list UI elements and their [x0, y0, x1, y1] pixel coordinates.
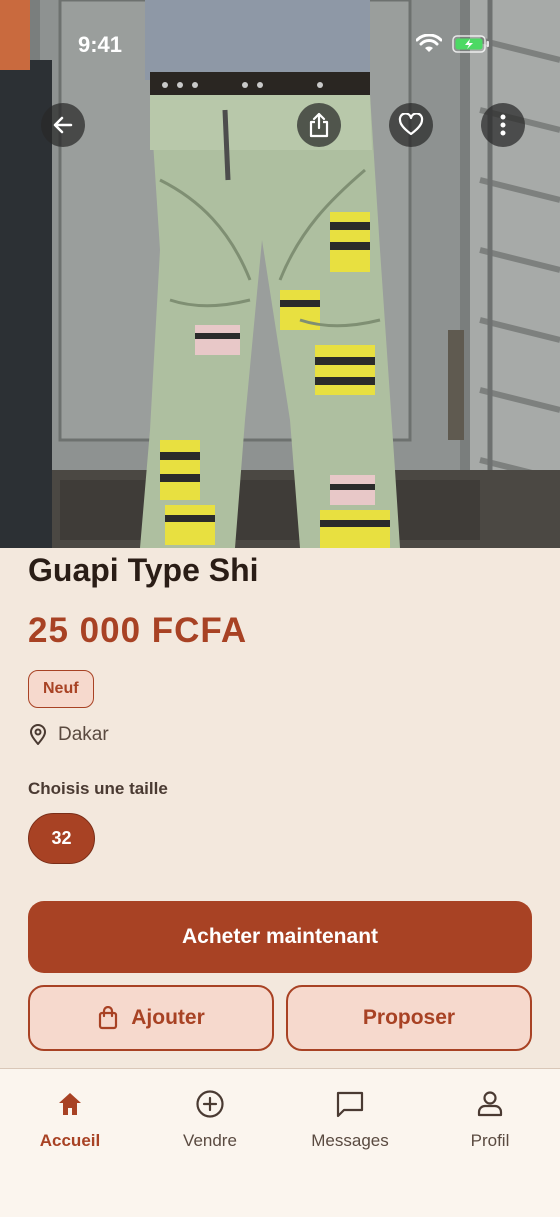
- buy-now-button[interactable]: Acheter maintenant: [28, 901, 532, 973]
- more-options-button[interactable]: [481, 103, 525, 147]
- home-icon: [59, 1093, 81, 1115]
- make-offer-button[interactable]: Proposer: [286, 985, 532, 1051]
- status-time: 9:41: [78, 32, 123, 57]
- nav-item-vendre[interactable]: Vendre: [140, 1089, 280, 1151]
- more-vertical-icon: [500, 114, 506, 136]
- user-icon: [477, 1091, 503, 1117]
- condition-badge: Neuf: [28, 670, 94, 708]
- size-option-32[interactable]: 32: [28, 813, 95, 864]
- add-to-cart-button[interactable]: Ajouter: [28, 985, 274, 1051]
- nav-item-profil[interactable]: Profil: [420, 1089, 560, 1151]
- heart-icon: [398, 113, 424, 136]
- location-pin-icon: [30, 724, 46, 745]
- shopping-bag-icon: [99, 1006, 118, 1030]
- share-button[interactable]: [297, 103, 341, 147]
- product-photo[interactable]: 9:41: [0, 0, 560, 548]
- add-to-cart-label: Ajouter: [131, 1006, 205, 1029]
- location-text: Dakar: [58, 724, 109, 745]
- nav-label-messages: Messages: [311, 1131, 389, 1150]
- nav-label-profil: Profil: [470, 1131, 510, 1150]
- favorite-button[interactable]: [389, 103, 433, 147]
- nav-label-vendre: Vendre: [183, 1131, 237, 1150]
- nav-item-accueil[interactable]: Accueil: [0, 1089, 140, 1151]
- back-arrow-icon: [53, 116, 73, 134]
- product-price: 25 000 FCFA: [28, 611, 248, 650]
- status-icons: [416, 34, 490, 54]
- location-row: Dakar: [28, 724, 109, 746]
- bottom-navigation: Accueil Vendre Messages Profil: [0, 1068, 560, 1217]
- share-icon: [309, 112, 329, 138]
- nav-item-messages[interactable]: Messages: [280, 1089, 420, 1151]
- product-title: Guapi Type Shi: [28, 552, 259, 588]
- plus-circle-icon: [196, 1090, 224, 1118]
- battery-icon: [452, 35, 489, 53]
- wifi-icon: [416, 34, 442, 52]
- back-button[interactable]: [41, 103, 85, 147]
- chat-icon: [336, 1091, 364, 1118]
- product-photo-illustration: [0, 0, 560, 548]
- nav-label-accueil: Accueil: [39, 1131, 101, 1150]
- make-offer-label: Proposer: [362, 1006, 456, 1029]
- size-label: Choisis une taille: [28, 779, 168, 798]
